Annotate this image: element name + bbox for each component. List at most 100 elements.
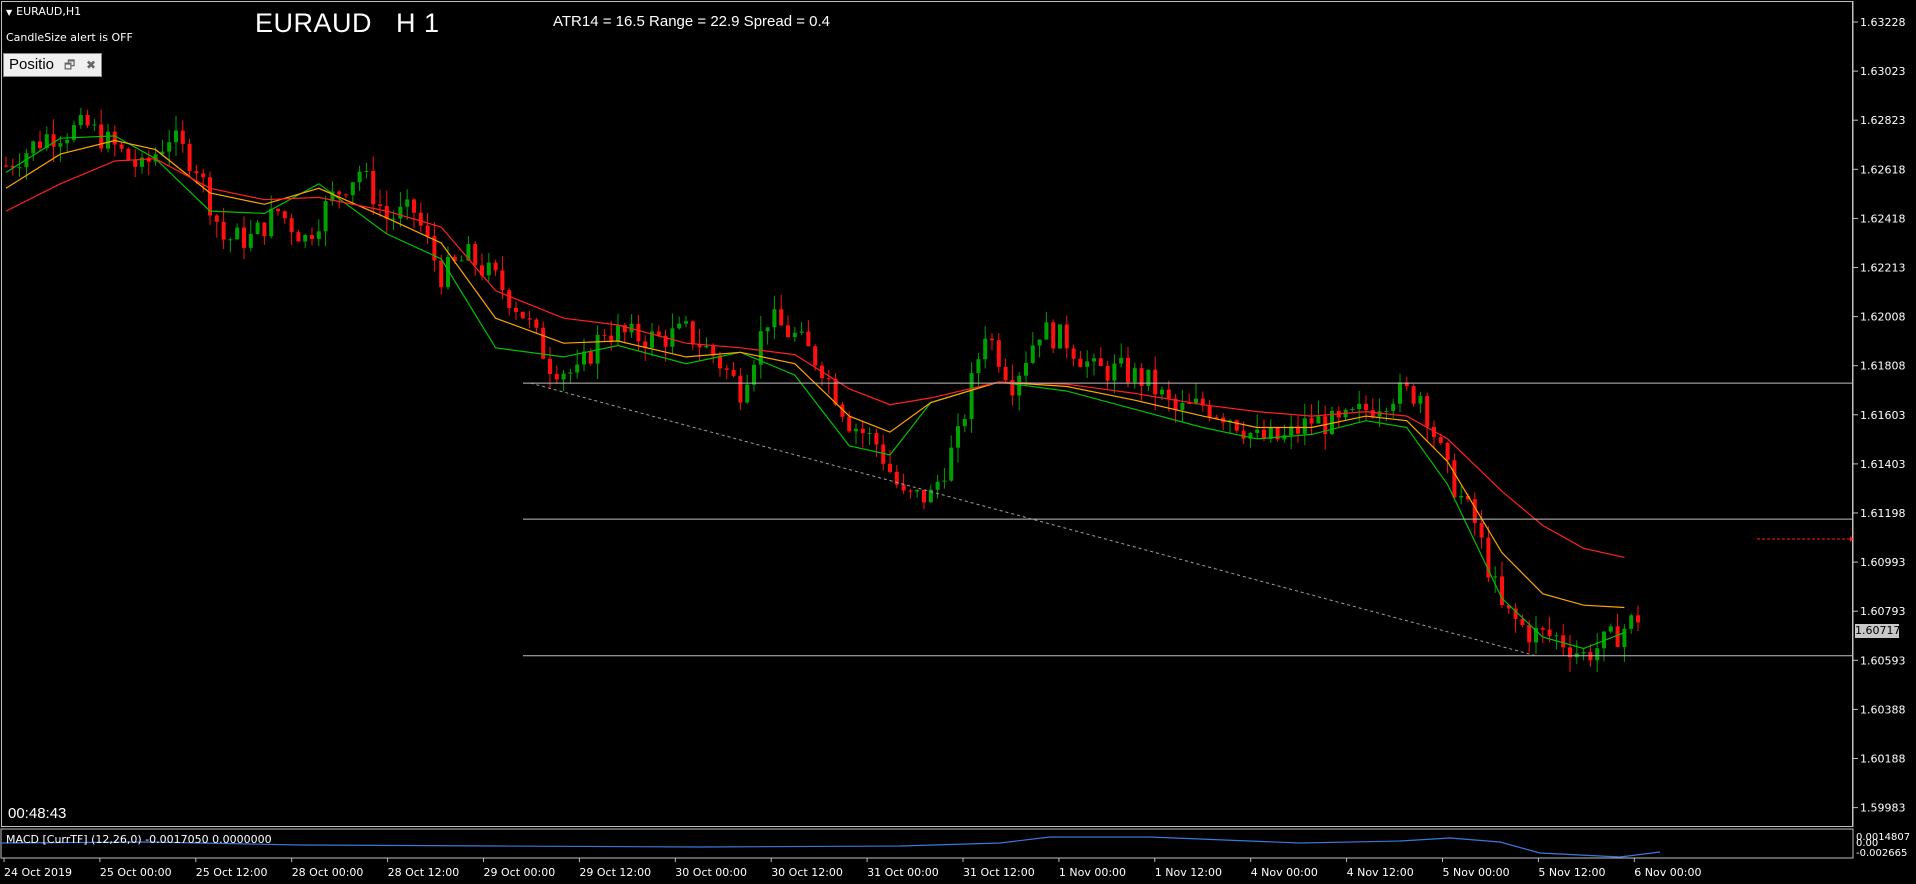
candle-body	[412, 199, 416, 213]
candle-body	[1037, 339, 1042, 346]
candle-body	[602, 334, 607, 336]
candle-body	[813, 346, 818, 366]
candle-body	[1608, 626, 1613, 632]
price-label: 1.61198	[1860, 507, 1906, 520]
candle-body	[1438, 437, 1443, 443]
candle-body	[826, 378, 831, 380]
collapse-triangle-icon[interactable]: ▼	[6, 8, 12, 17]
candle-body	[1411, 386, 1416, 404]
candle-body	[1636, 615, 1640, 623]
time-label: 29 Oct 12:00	[579, 866, 651, 879]
candle-body	[425, 225, 430, 237]
candle-body	[908, 490, 913, 492]
candle-body	[779, 309, 784, 326]
candle-body	[269, 208, 274, 237]
price-label: 1.62213	[1860, 262, 1906, 275]
candle-body	[51, 134, 56, 147]
candle-body	[561, 373, 566, 380]
candle-body	[119, 144, 124, 149]
candle-body	[1058, 324, 1062, 349]
candle-body	[493, 262, 498, 271]
price-label: 1.63023	[1860, 65, 1906, 78]
restore-icon[interactable]: 🗗	[64, 54, 75, 76]
candle-body	[500, 270, 505, 291]
candle-body	[1044, 322, 1049, 340]
candle-body	[1452, 460, 1457, 498]
candle-body	[935, 481, 940, 490]
candle-body	[371, 170, 376, 205]
candle-body	[459, 260, 464, 262]
candle-body	[133, 160, 138, 167]
candle-body	[1316, 416, 1321, 424]
candle-body	[78, 115, 83, 126]
candle-body	[609, 335, 614, 341]
candle-body	[799, 331, 804, 333]
candle-body	[1003, 366, 1008, 381]
candle-body	[486, 262, 491, 276]
candle-body	[949, 447, 954, 481]
candle-body	[915, 489, 920, 492]
candle-body	[1357, 403, 1362, 410]
price-label: 1.60388	[1860, 703, 1906, 716]
candle-body	[255, 222, 260, 235]
chart-title: EURAUD H 1	[255, 8, 440, 39]
candle-body	[568, 372, 573, 374]
candle-body	[983, 338, 988, 360]
price-label: 1.61403	[1860, 458, 1906, 471]
candle-body	[684, 321, 688, 324]
time-label: 28 Oct 00:00	[292, 866, 364, 879]
candle-body	[1262, 429, 1266, 439]
symbol-text: EURAUD,H1	[16, 5, 82, 18]
candle-body	[1092, 358, 1096, 362]
candle-body	[616, 325, 620, 341]
candle-body	[418, 212, 423, 226]
price-label: 1.61603	[1860, 409, 1906, 422]
candle-body	[847, 416, 852, 432]
candle-body	[405, 199, 410, 207]
candle-body	[303, 235, 308, 242]
time-label: 1 Nov 00:00	[1059, 866, 1126, 879]
candle-body	[1255, 429, 1260, 433]
candle-body	[337, 191, 342, 195]
candle-body	[282, 211, 287, 219]
candle-body	[1153, 369, 1158, 395]
close-icon[interactable]: ✖	[86, 54, 96, 76]
candle-body	[194, 171, 199, 174]
candle-body	[92, 124, 97, 126]
price-label: 1.60593	[1860, 654, 1906, 667]
candle-body	[1459, 495, 1464, 498]
time-label: 25 Oct 12:00	[196, 866, 268, 879]
candle-body	[942, 480, 947, 482]
price-chart[interactable]: 1.63228 1.63023 1.62823 1.62618 1.62418 1.622…	[0, 0, 1916, 884]
candle-body	[378, 204, 382, 207]
candle-body	[357, 171, 362, 183]
candle-body	[1105, 366, 1110, 381]
candle-body	[969, 373, 974, 419]
candle-body	[364, 170, 369, 172]
candle-body	[1024, 362, 1028, 376]
candle-countdown: 00:48:43	[8, 805, 67, 822]
candle-body	[670, 328, 675, 347]
candle-body	[1377, 411, 1382, 417]
time-label: 29 Oct 00:00	[484, 866, 556, 879]
candle-body	[126, 148, 131, 161]
position-panel-button[interactable]: Positio 🗗 ✖	[3, 53, 102, 77]
candle-body	[1098, 358, 1103, 367]
candle-body	[1350, 409, 1355, 411]
moving-average-line	[5, 135, 1625, 650]
candle-body	[976, 359, 981, 374]
price-label: 1.63228	[1860, 16, 1906, 29]
candle-body	[874, 433, 879, 445]
candle-body	[724, 368, 729, 370]
stats-readout: ATR14 = 16.5 Range = 22.9 Spread = 0.4	[553, 13, 831, 30]
candle-body	[1364, 403, 1368, 411]
time-label: 24 Oct 2019	[4, 866, 72, 879]
macd-scale-label: -0.002665	[1856, 848, 1907, 859]
candle-body	[1126, 357, 1130, 383]
alert-status: CandleSize alert is OFF	[6, 31, 133, 44]
price-label: 1.62823	[1860, 114, 1906, 127]
candle-body	[276, 208, 280, 212]
candle-body	[112, 131, 117, 145]
candle-body	[786, 325, 790, 338]
candle-body	[1615, 626, 1620, 647]
